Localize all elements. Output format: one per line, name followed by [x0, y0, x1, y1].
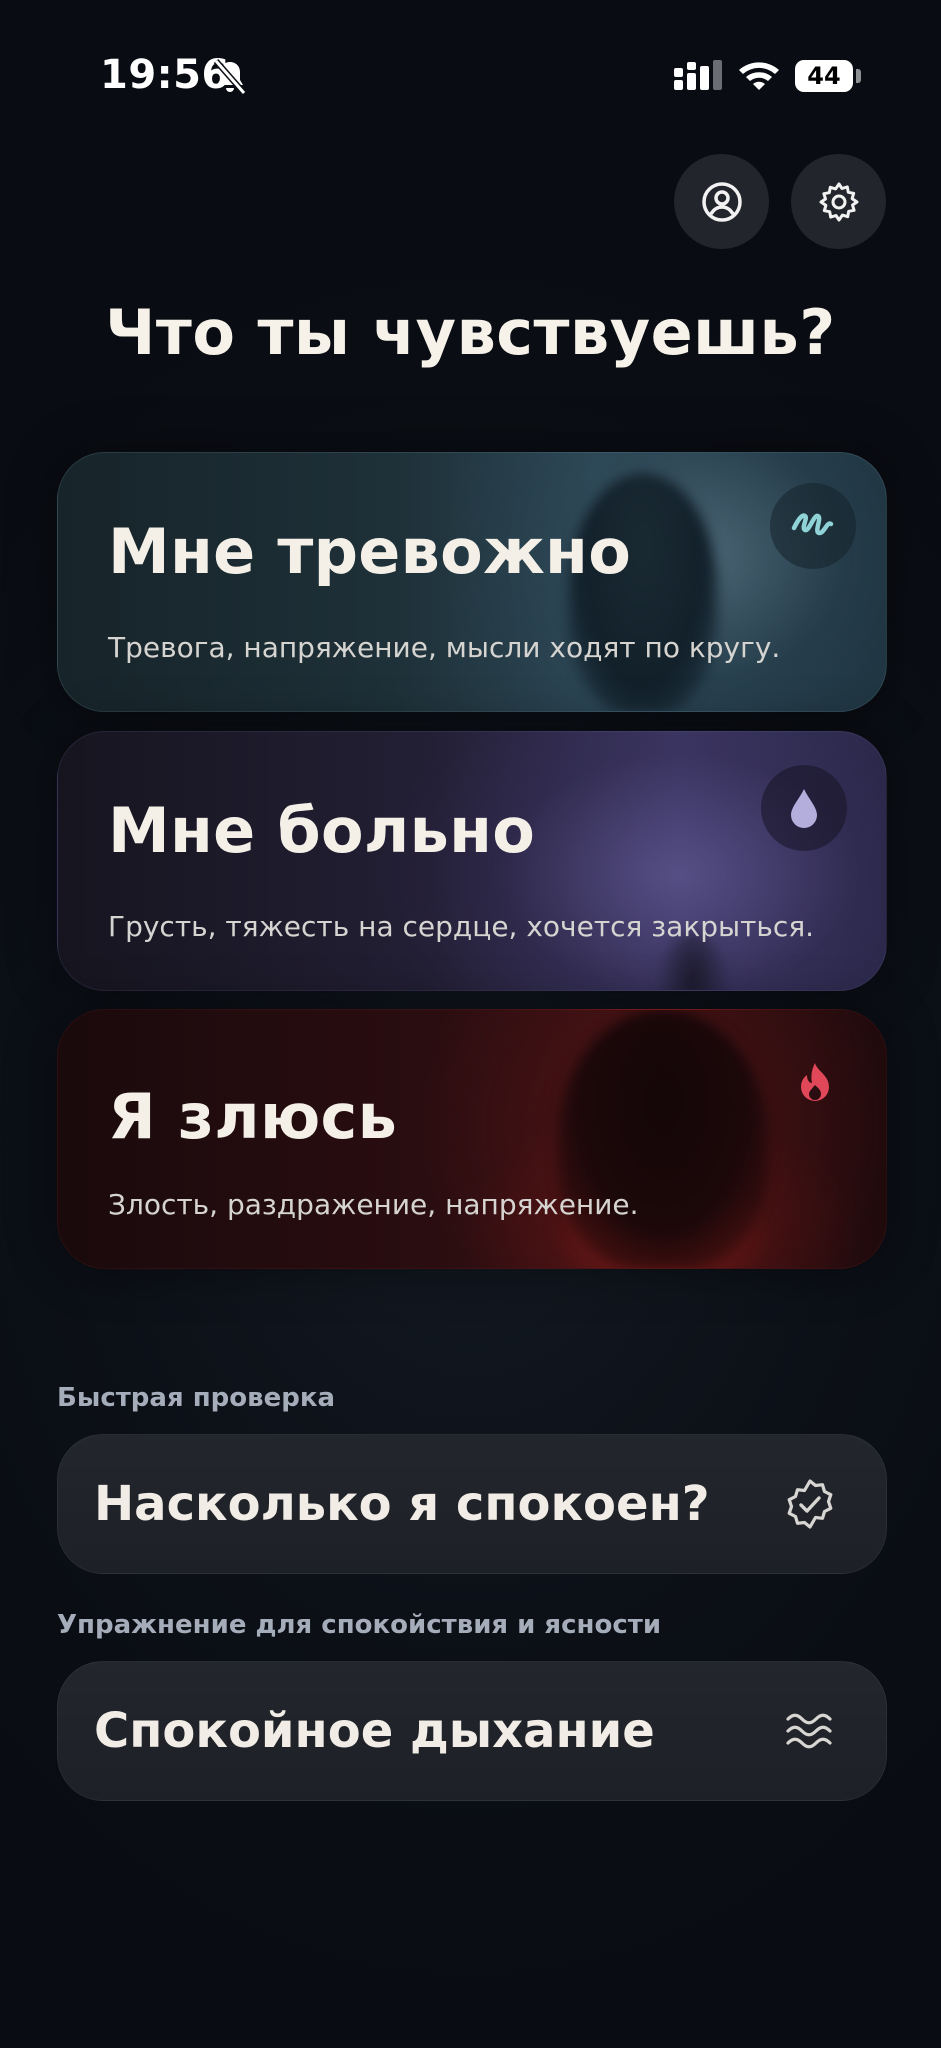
calm-check-button[interactable]: Насколько я спокоен?: [57, 1434, 887, 1574]
calm-breathing-button[interactable]: Спокойное дыхание: [57, 1661, 887, 1801]
card-subtitle: Злость, раздражение, напряжение.: [108, 1188, 639, 1221]
bell-off-icon: [213, 59, 247, 95]
card-subtitle: Грусть, тяжесть на сердце, хочется закры…: [108, 910, 815, 943]
drop-icon: [761, 765, 847, 851]
profile-button[interactable]: [674, 154, 769, 249]
card-illustration: [558, 1010, 768, 1268]
card-title: Я злюсь: [108, 1080, 398, 1153]
wifi-icon: [739, 62, 779, 90]
emotion-card-anxious[interactable]: Мне тревожно Тревога, напряжение, мысли …: [57, 452, 887, 712]
scribble-icon: [770, 483, 856, 569]
emotion-card-hurt[interactable]: Мне больно Грусть, тяжесть на сердце, хо…: [57, 731, 887, 991]
settings-button[interactable]: [791, 154, 886, 249]
card-title: Мне больно: [108, 794, 536, 867]
signal-icon: [674, 60, 722, 90]
action-title: Спокойное дыхание: [94, 1703, 655, 1759]
badge-check-icon: [787, 1479, 833, 1529]
action-title: Насколько я спокоен?: [94, 1476, 710, 1532]
section-label-exercise: Упражнение для спокойствия и ясности: [57, 1610, 662, 1640]
user-circle-icon: [701, 181, 742, 222]
gear-icon: [819, 182, 858, 221]
app-screen: 19:56 44 Что ты чувствуешь? Мне тревожно…: [0, 0, 941, 2048]
battery-cap: [856, 69, 861, 83]
status-bar: 19:56 44: [0, 0, 941, 150]
battery-indicator: 44: [795, 60, 853, 92]
card-illustration: [568, 473, 718, 711]
status-time: 19:56: [100, 52, 230, 98]
card-subtitle: Тревога, напряжение, мысли ходят по круг…: [108, 631, 781, 664]
card-title: Мне тревожно: [108, 515, 632, 588]
flame-icon: [772, 1040, 858, 1126]
section-label-quick-check: Быстрая проверка: [57, 1383, 336, 1413]
emotion-card-angry[interactable]: Я злюсь Злость, раздражение, напряжение.: [57, 1009, 887, 1269]
waves-icon: [786, 1713, 832, 1749]
page-title: Что ты чувствуешь?: [105, 296, 836, 369]
